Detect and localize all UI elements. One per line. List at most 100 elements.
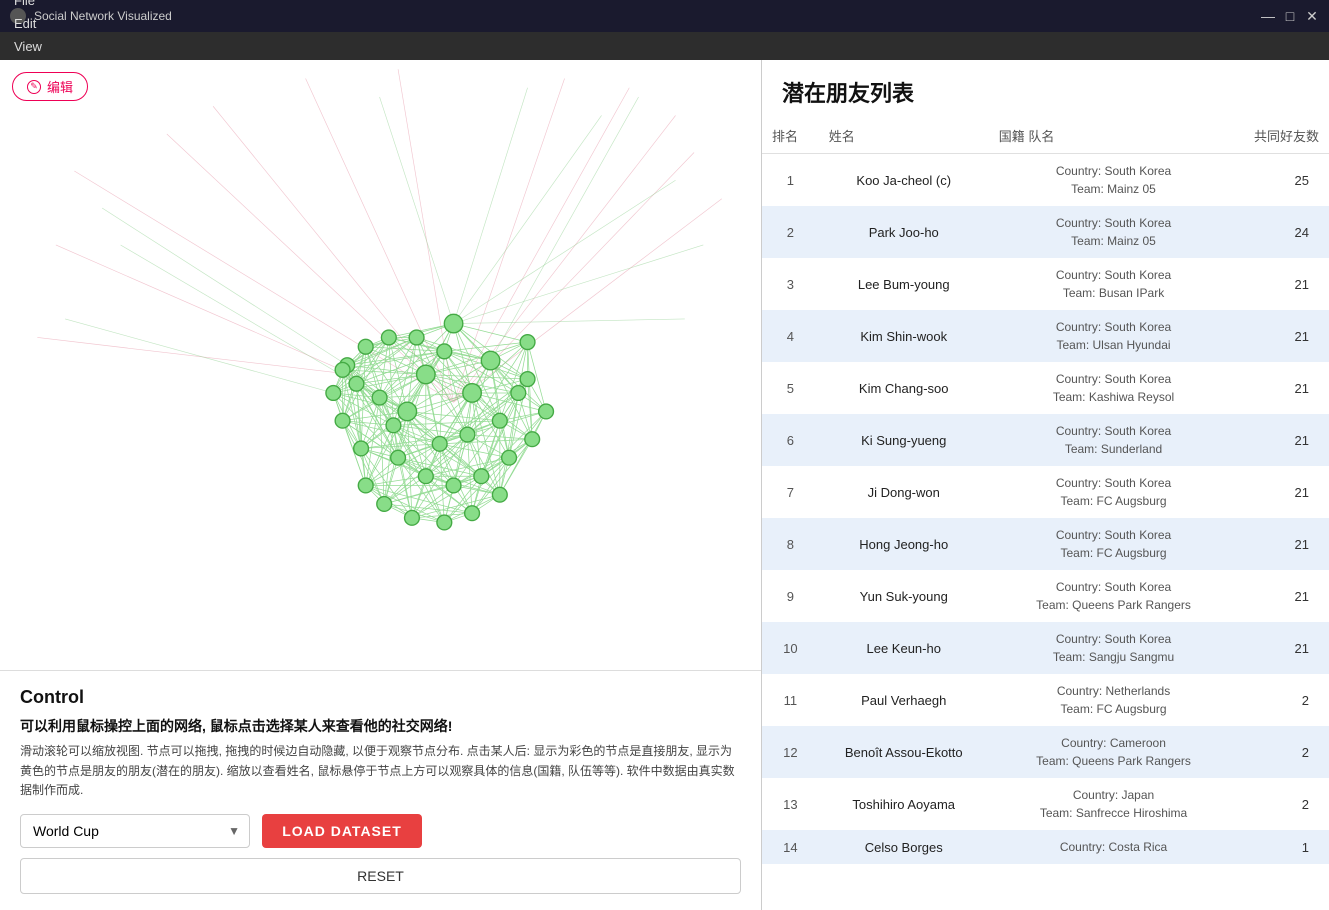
menu-item-view[interactable]: View — [4, 35, 70, 58]
cell-country: Country: South KoreaTeam: Sunderland — [989, 414, 1238, 466]
cell-common: 21 — [1238, 570, 1329, 622]
cell-country: Country: JapanTeam: Sanfrecce Hiroshima — [989, 778, 1238, 830]
graph-area[interactable]: ✎ 编辑 — [0, 60, 761, 670]
cell-name: Kim Shin-wook — [819, 310, 989, 362]
cell-rank: 12 — [762, 726, 819, 778]
table-row: 8Hong Jeong-hoCountry: South KoreaTeam: … — [762, 518, 1329, 570]
control-subtitle: 可以利用鼠标操控上面的网络, 鼠标点击选择某人来查看他的社交网络! — [20, 716, 741, 736]
cell-rank: 8 — [762, 518, 819, 570]
cell-country: Country: Costa Rica — [989, 830, 1238, 864]
cell-common: 21 — [1238, 466, 1329, 518]
panel-title: 潜在朋友列表 — [762, 60, 1329, 118]
cell-common: 2 — [1238, 726, 1329, 778]
minimize-button[interactable]: — — [1261, 9, 1275, 23]
table-row: 9Yun Suk-youngCountry: South KoreaTeam: … — [762, 570, 1329, 622]
cell-rank: 14 — [762, 830, 819, 864]
cell-country: Country: NetherlandsTeam: FC Augsburg — [989, 674, 1238, 726]
edit-label: 编辑 — [47, 77, 73, 96]
menu-item-edit[interactable]: Edit — [4, 12, 70, 35]
table-row: 5Kim Chang-sooCountry: South KoreaTeam: … — [762, 362, 1329, 414]
cell-country: Country: South KoreaTeam: Queens Park Ra… — [989, 570, 1238, 622]
cell-rank: 7 — [762, 466, 819, 518]
cell-name: Toshihiro Aoyama — [819, 778, 989, 830]
cell-country: Country: South KoreaTeam: Ulsan Hyundai — [989, 310, 1238, 362]
cell-common: 1 — [1238, 830, 1329, 864]
load-dataset-button[interactable]: LOAD DATASET — [262, 814, 422, 848]
cell-rank: 13 — [762, 778, 819, 830]
edit-button[interactable]: ✎ 编辑 — [12, 72, 88, 101]
dataset-select[interactable]: World CupPremier LeagueLa LigaBundesliga — [20, 814, 250, 848]
control-description: 滑动滚轮可以缩放视图. 节点可以拖拽, 拖拽的时候边自动隐藏, 以便于观察节点分… — [20, 742, 741, 800]
cell-name: Park Joo-ho — [819, 206, 989, 258]
cell-rank: 2 — [762, 206, 819, 258]
window-controls: — □ ✕ — [1261, 9, 1319, 23]
cell-name: Celso Borges — [819, 830, 989, 864]
table-row: 11Paul VerhaeghCountry: NetherlandsTeam:… — [762, 674, 1329, 726]
cell-common: 2 — [1238, 674, 1329, 726]
control-panel: Control 可以利用鼠标操控上面的网络, 鼠标点击选择某人来查看他的社交网络… — [0, 671, 761, 910]
dataset-row: World CupPremier LeagueLa LigaBundesliga… — [20, 814, 741, 848]
cell-country: Country: CameroonTeam: Queens Park Range… — [989, 726, 1238, 778]
cell-common: 21 — [1238, 310, 1329, 362]
table-row: 1Koo Ja-cheol (c)Country: South KoreaTea… — [762, 154, 1329, 207]
left-panel: ✎ 编辑 — [0, 60, 762, 910]
table-row: 3Lee Bum-youngCountry: South KoreaTeam: … — [762, 258, 1329, 310]
cell-common: 21 — [1238, 518, 1329, 570]
dataset-select-wrapper: World CupPremier LeagueLa LigaBundesliga… — [20, 814, 250, 848]
menu-item-file[interactable]: File — [4, 0, 70, 12]
cell-name: Paul Verhaegh — [819, 674, 989, 726]
table-row: 7Ji Dong-wonCountry: South KoreaTeam: FC… — [762, 466, 1329, 518]
cell-country: Country: South KoreaTeam: Busan IPark — [989, 258, 1238, 310]
cell-rank: 11 — [762, 674, 819, 726]
cell-country: Country: South KoreaTeam: Kashiwa Reysol — [989, 362, 1238, 414]
close-button[interactable]: ✕ — [1305, 9, 1319, 23]
app-title: Social Network Visualized — [34, 9, 1261, 23]
header-country: 国籍 队名 — [989, 118, 1238, 154]
cell-rank: 6 — [762, 414, 819, 466]
maximize-button[interactable]: □ — [1283, 9, 1297, 23]
cell-country: Country: South KoreaTeam: Mainz 05 — [989, 206, 1238, 258]
cell-country: Country: South KoreaTeam: Mainz 05 — [989, 154, 1238, 207]
cell-country: Country: South KoreaTeam: Sangju Sangmu — [989, 622, 1238, 674]
network-graph[interactable] — [0, 60, 761, 670]
cell-rank: 10 — [762, 622, 819, 674]
main-content: ✎ 编辑 — [0, 60, 1329, 910]
header-rank: 排名 — [762, 118, 819, 154]
cell-rank: 9 — [762, 570, 819, 622]
header-common: 共同好友数 — [1238, 118, 1329, 154]
cell-common: 21 — [1238, 258, 1329, 310]
friend-table-wrapper[interactable]: 排名 姓名 国籍 队名 共同好友数 1Koo Ja-cheo — [762, 118, 1329, 910]
friend-table-body: 1Koo Ja-cheol (c)Country: South KoreaTea… — [762, 154, 1329, 865]
cell-rank: 3 — [762, 258, 819, 310]
reset-button[interactable]: RESET — [20, 858, 741, 894]
cell-rank: 5 — [762, 362, 819, 414]
cell-name: Hong Jeong-ho — [819, 518, 989, 570]
table-row: 13Toshihiro AoyamaCountry: JapanTeam: Sa… — [762, 778, 1329, 830]
cell-common: 25 — [1238, 154, 1329, 207]
cell-rank: 4 — [762, 310, 819, 362]
cell-common: 21 — [1238, 362, 1329, 414]
cell-name: Lee Bum-young — [819, 258, 989, 310]
table-row: 4Kim Shin-wookCountry: South KoreaTeam: … — [762, 310, 1329, 362]
title-bar: Social Network Visualized — □ ✕ — [0, 0, 1329, 32]
cell-name: Yun Suk-young — [819, 570, 989, 622]
cell-country: Country: South KoreaTeam: FC Augsburg — [989, 518, 1238, 570]
menu-bar: FileEditViewWindowHelp — [0, 32, 1329, 60]
table-row: 12Benoît Assou-EkottoCountry: CameroonTe… — [762, 726, 1329, 778]
cell-common: 21 — [1238, 414, 1329, 466]
cell-common: 24 — [1238, 206, 1329, 258]
cell-name: Ki Sung-yueng — [819, 414, 989, 466]
right-panel: 潜在朋友列表 排名 姓名 国籍 队名 共同 — [762, 60, 1329, 910]
table-header-row: 排名 姓名 国籍 队名 共同好友数 — [762, 118, 1329, 154]
header-name: 姓名 — [819, 118, 989, 154]
cell-country: Country: South KoreaTeam: FC Augsburg — [989, 466, 1238, 518]
table-row: 14Celso BorgesCountry: Costa Rica1 — [762, 830, 1329, 864]
cell-name: Kim Chang-soo — [819, 362, 989, 414]
cell-name: Benoît Assou-Ekotto — [819, 726, 989, 778]
cell-name: Lee Keun-ho — [819, 622, 989, 674]
edit-icon: ✎ — [27, 80, 41, 94]
cell-rank: 1 — [762, 154, 819, 207]
table-row: 10Lee Keun-hoCountry: South KoreaTeam: S… — [762, 622, 1329, 674]
friend-table: 排名 姓名 国籍 队名 共同好友数 1Koo Ja-cheo — [762, 118, 1329, 864]
cell-name: Koo Ja-cheol (c) — [819, 154, 989, 207]
